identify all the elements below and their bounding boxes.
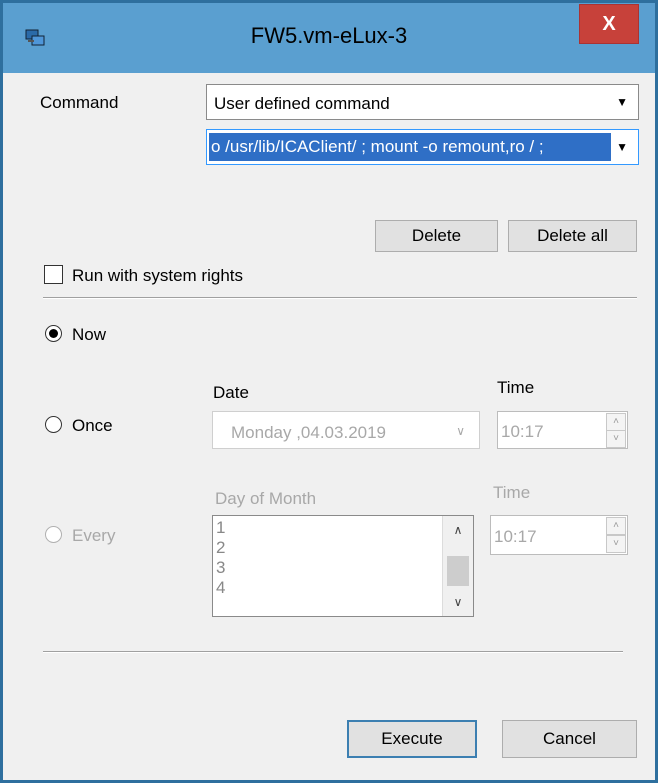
list-scrollbar[interactable]: ∧ ∨ [442, 516, 473, 616]
day-of-month-list[interactable]: 1 2 3 4 ∧ ∨ [212, 515, 474, 617]
chevron-down-icon[interactable]: ▼ [616, 140, 628, 154]
chevron-down-icon: ∨ [456, 424, 465, 438]
command-select-value: User defined command [214, 94, 390, 113]
cancel-button[interactable]: Cancel [502, 720, 637, 758]
list-item[interactable]: 2 [216, 538, 225, 558]
execute-button[interactable]: Execute [347, 720, 477, 758]
spin-down-icon[interactable]: ˅ [606, 430, 626, 448]
chevron-down-icon: ▼ [616, 95, 628, 109]
time2-label: Time [493, 483, 531, 502]
close-button[interactable]: X [579, 4, 639, 44]
dialog-body: Command User defined command ▼ o /usr/li… [3, 73, 655, 780]
once-radio[interactable] [45, 416, 62, 433]
command-edit-value: o /usr/lib/ICAClient/ ; mount -o remount… [209, 133, 611, 161]
system-rights-checkbox[interactable] [44, 265, 63, 284]
now-radio[interactable] [45, 325, 62, 342]
command-edit-field[interactable]: o /usr/lib/ICAClient/ ; mount -o remount… [206, 129, 639, 165]
window-title: FW5.vm-eLux-3 [250, 23, 408, 48]
day-list-items: 1 2 3 4 [216, 518, 225, 598]
delete-all-button[interactable]: Delete all [508, 220, 637, 252]
spin-up-icon[interactable]: ˄ [606, 413, 626, 431]
spin-up-icon[interactable]: ˄ [606, 517, 626, 535]
spin-down-icon[interactable]: ˅ [606, 535, 626, 553]
every-radio[interactable] [45, 526, 62, 543]
time-label: Time [497, 378, 535, 397]
scroll-down-icon[interactable]: ∨ [443, 590, 473, 614]
divider [43, 297, 637, 299]
list-item[interactable]: 1 [216, 518, 225, 538]
time-value: 10:17 [501, 422, 544, 441]
scroll-thumb[interactable] [447, 556, 469, 586]
time-spinner[interactable]: 10:17 ˄ ˅ [497, 411, 628, 449]
dialog-window: FW5.vm-eLux-3 X Command User defined com… [0, 0, 658, 783]
date-label: Date [213, 383, 249, 402]
list-item[interactable]: 3 [216, 558, 225, 578]
title-bar[interactable]: FW5.vm-eLux-3 X [3, 3, 655, 73]
scroll-up-icon[interactable]: ∧ [443, 518, 473, 542]
time2-value: 10:17 [494, 527, 537, 546]
date-picker[interactable]: Monday ,04.03.2019 ∨ [212, 411, 480, 449]
command-select[interactable]: User defined command ▼ [206, 84, 639, 120]
day-of-month-label: Day of Month [215, 489, 317, 508]
date-value: Monday ,04.03.2019 [231, 423, 387, 442]
now-label: Now [72, 325, 107, 344]
command-label: Command [40, 93, 119, 112]
divider [43, 651, 623, 653]
time2-spinner[interactable]: 10:17 ˄ ˅ [490, 515, 628, 555]
once-label: Once [72, 416, 113, 435]
delete-button[interactable]: Delete [375, 220, 498, 252]
system-rights-label: Run with system rights [72, 266, 243, 285]
every-label: Every [72, 526, 116, 545]
list-item[interactable]: 4 [216, 578, 225, 598]
